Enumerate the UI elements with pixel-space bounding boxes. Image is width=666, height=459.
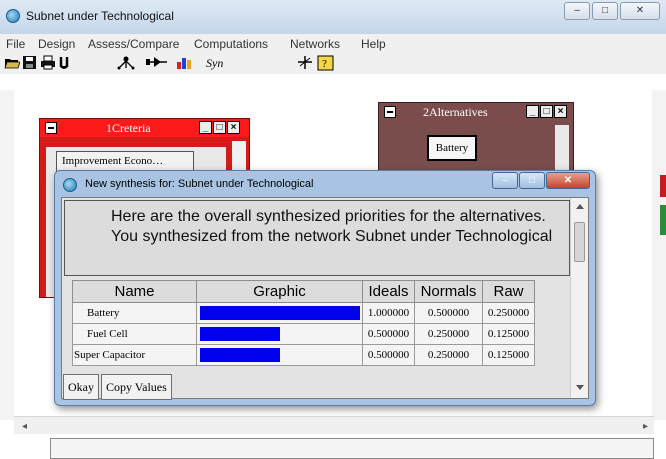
menu-networks[interactable]: Networks (290, 37, 340, 51)
row-normal: 0.250000 (414, 344, 483, 366)
system-menu-icon[interactable] (45, 122, 57, 134)
menu-file[interactable]: File (6, 37, 25, 51)
copy-values-button[interactable]: Copy Values (101, 374, 172, 400)
dialog-minimize-button[interactable]: – (492, 172, 518, 189)
criteria-cluster-title: 1Creteria (106, 121, 151, 135)
row-raw: 0.125000 (482, 344, 535, 366)
row-graphic (196, 302, 363, 324)
table-row: Battery 1.000000 0.500000 0.250000 (72, 302, 535, 324)
message-panel: Here are the overall synthesized priorit… (64, 200, 570, 276)
scroll-right-arrow-icon[interactable]: ▸ (643, 421, 648, 432)
dialog-title: New synthesis for: Subnet under Technolo… (85, 178, 314, 190)
priority-bar (200, 348, 280, 362)
toolbar: Syn ? (0, 54, 666, 74)
canvas-edge-left (0, 90, 14, 420)
row-name: Fuel Cell (72, 323, 197, 345)
row-ideal: 0.500000 (362, 344, 415, 366)
synthesis-message: Here are the overall synthesized priorit… (111, 208, 553, 245)
row-name: Battery (72, 302, 197, 324)
status-bar (50, 438, 654, 459)
u-icon[interactable] (59, 55, 69, 71)
menu-help[interactable]: Help (361, 37, 386, 51)
scroll-up-arrow-icon[interactable] (576, 204, 584, 209)
minimize-button[interactable]: – (564, 2, 590, 20)
alternatives-cluster-title-bar[interactable]: 2Alternatives _ □ × (379, 103, 573, 123)
node-button-battery[interactable]: Battery (427, 135, 477, 161)
menu-design[interactable]: Design (38, 37, 75, 51)
offscreen-node-red (660, 175, 666, 197)
column-header-normals: Normals (414, 280, 483, 303)
close-button[interactable]: ✕ (620, 2, 660, 20)
offscreen-node-green (660, 205, 666, 235)
table-row: Fuel Cell 0.500000 0.250000 0.125000 (72, 323, 535, 345)
menu-assess-compare[interactable]: Assess/Compare (88, 37, 179, 51)
svg-text:?: ? (322, 58, 327, 70)
row-normal: 0.500000 (414, 302, 483, 324)
dialog-body: Here are the overall synthesized priorit… (61, 197, 589, 400)
cluster-maximize-button[interactable]: □ (213, 121, 226, 134)
dialog-maximize-button[interactable]: □ (519, 172, 545, 189)
window-title: Subnet under Technological (26, 9, 174, 23)
connect-icon[interactable] (145, 55, 169, 71)
okay-button[interactable]: Okay (63, 374, 99, 400)
color-chart-icon[interactable] (176, 55, 194, 71)
row-graphic (196, 344, 363, 366)
system-menu-icon[interactable] (384, 106, 396, 118)
row-ideal: 1.000000 (362, 302, 415, 324)
cluster-maximize-button[interactable]: □ (540, 105, 553, 118)
synthesis-dialog: New synthesis for: Subnet under Technolo… (54, 170, 596, 406)
column-header-graphic: Graphic (196, 280, 363, 303)
cluster-minimize-button[interactable]: _ (199, 121, 212, 134)
help-book-icon[interactable]: ? (317, 55, 335, 71)
row-name: Super Capacitor (72, 344, 197, 366)
priority-bar (200, 306, 360, 320)
menu-bar: File Design Assess/Compare Computations … (0, 34, 666, 54)
save-icon[interactable] (22, 55, 37, 71)
cluster-close-button[interactable]: × (554, 105, 567, 118)
scroll-down-arrow-icon[interactable] (576, 385, 584, 390)
row-raw: 0.250000 (482, 302, 535, 324)
dialog-scrollbar[interactable] (570, 198, 588, 398)
column-header-ideals: Ideals (362, 280, 415, 303)
horizontal-scrollbar[interactable]: ◂ ▸ (14, 416, 654, 434)
row-ideal: 0.500000 (362, 323, 415, 345)
synthesize-icon[interactable]: Syn (206, 55, 223, 71)
criteria-cluster-title-bar[interactable]: 1Creteria _ □ × (40, 119, 249, 137)
table-row: Super Capacitor 0.500000 0.250000 0.1250… (72, 344, 535, 366)
print-icon[interactable] (40, 55, 56, 71)
row-raw: 0.125000 (482, 323, 535, 345)
app-icon (6, 9, 20, 23)
cluster-close-button[interactable]: × (227, 121, 240, 134)
alternatives-cluster-title: 2Alternatives (423, 105, 488, 119)
main-title-bar: Subnet under Technological – □ ✕ (0, 0, 666, 34)
dialog-close-button[interactable]: ✕ (546, 172, 590, 189)
priorities-table: Name Graphic Ideals Normals Raw Battery … (72, 280, 535, 366)
priority-bar (200, 327, 280, 341)
dialog-app-icon (63, 178, 77, 192)
column-header-raw: Raw (482, 280, 535, 303)
scroll-thumb[interactable] (574, 222, 585, 262)
sensitivity-icon[interactable] (296, 55, 314, 71)
row-normal: 0.250000 (414, 323, 483, 345)
scroll-left-arrow-icon[interactable]: ◂ (22, 421, 27, 432)
add-node-icon[interactable] (116, 55, 136, 71)
menu-computations[interactable]: Computations (194, 37, 268, 51)
maximize-button[interactable]: □ (592, 2, 618, 20)
cluster-minimize-button[interactable]: _ (526, 105, 539, 118)
canvas-edge-right (652, 90, 666, 420)
row-graphic (196, 323, 363, 345)
column-header-name: Name (72, 280, 197, 303)
open-icon[interactable] (4, 55, 21, 71)
